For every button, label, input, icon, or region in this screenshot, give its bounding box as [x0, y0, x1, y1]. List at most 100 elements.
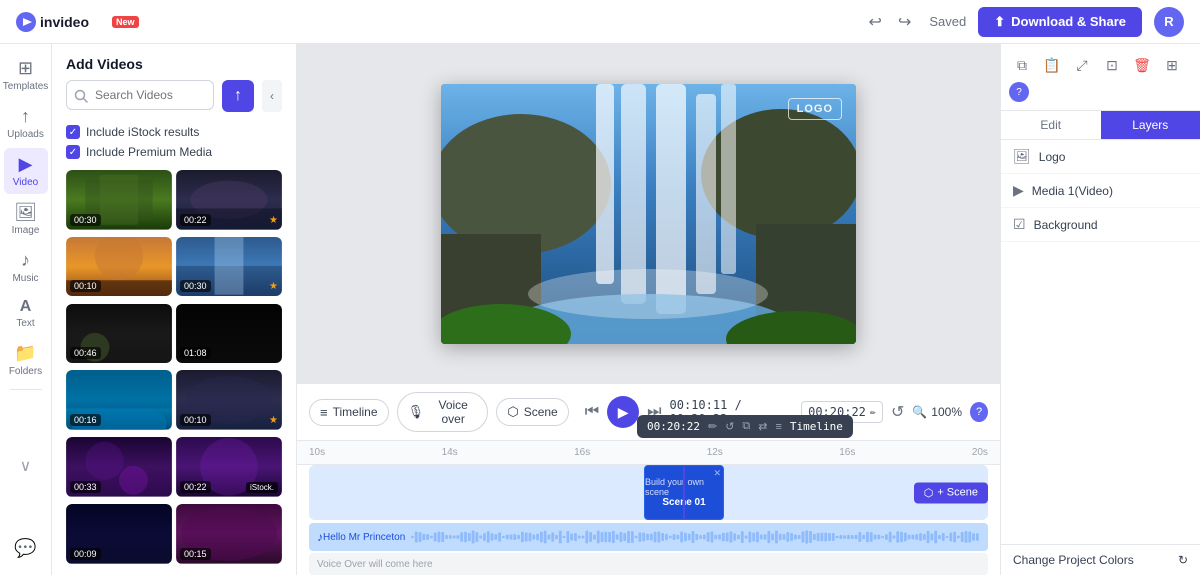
waveform-visual [411, 529, 980, 545]
sidebar-item-text[interactable]: A Text [4, 292, 48, 335]
rp-resize-button[interactable]: ⤢ [1069, 52, 1095, 78]
rp-delete-button[interactable]: 🗑 [1129, 52, 1155, 78]
layer-item-background[interactable]: ☑ Background [1001, 208, 1200, 242]
video-grid: 00:30 [52, 162, 296, 575]
ruler-mark-4: 16s [839, 447, 855, 458]
scene-popup-copy-icon[interactable]: ⧉ [742, 420, 750, 433]
rp-paste-button[interactable]: 📋 [1039, 52, 1065, 78]
upload-button[interactable]: ↑ [222, 80, 254, 112]
edit-time-icon: ✏ [870, 407, 876, 418]
video-track[interactable]: Build your own scene Scene 01 ✕ ⬡ + Scen… [309, 465, 988, 520]
thumb-star-7: ★ [269, 415, 278, 426]
layer-item-logo[interactable]: 🖼 Logo [1001, 140, 1200, 174]
timeline-button[interactable]: ≡ Timeline [309, 399, 389, 426]
premium-checkbox-box: ✓ [66, 145, 80, 159]
audio-track[interactable]: ♪ Hello Mr Princeton [309, 523, 988, 551]
add-videos-panel: Add Videos ↑ ‹ ✓ Include iStock results [52, 44, 297, 575]
logo-layer-name: Logo [1039, 150, 1066, 164]
scene-mode-button[interactable]: ⬡ Scene [496, 398, 568, 426]
rp-grid-button[interactable]: ⊞ [1159, 52, 1185, 78]
collapse-icon: ‹ [270, 89, 274, 103]
voiceover-button[interactable]: 🎙 Voice over [397, 392, 489, 432]
scene-popup-timeline-icon[interactable]: ≡ [776, 421, 782, 433]
scene-popup-edit-icon[interactable]: ✏ [708, 420, 717, 433]
zoom-icon: 🔍 [912, 405, 927, 419]
include-premium-checkbox[interactable]: ✓ Include Premium Media [52, 142, 296, 162]
sidebar-item-video[interactable]: ▶ Video [4, 148, 48, 194]
search-input[interactable] [66, 80, 214, 110]
add-scene-button[interactable]: ⬡ + Scene [914, 482, 988, 503]
download-share-button[interactable]: ⬆ Download & Share [978, 7, 1142, 37]
sidebar-chat-button[interactable]: 💬 [14, 538, 36, 567]
video-thumb-10[interactable]: 00:09 [66, 504, 172, 564]
change-project-colors[interactable]: Change Project Colors ↻ [1001, 544, 1200, 575]
sidebar-label-text: Text [16, 318, 34, 329]
scene-popup-move-icon[interactable]: ⇄ [758, 420, 767, 433]
thumb-time-7: 00:10 [180, 414, 211, 426]
video-thumb-3[interactable]: 00:30 ★ [176, 237, 282, 297]
upload-icon: ↑ [234, 87, 242, 105]
sidebar-item-image[interactable]: 🖼 Image [4, 196, 48, 242]
download-label: Download & Share [1011, 14, 1126, 29]
saved-status: Saved [929, 14, 966, 29]
logo-area: invideo New [16, 10, 139, 34]
thumb-time-3: 00:30 [180, 280, 211, 292]
ruler-mark-2: 16s [574, 447, 590, 458]
media-layer-icon: ▶ [1013, 182, 1024, 199]
voiceover-track[interactable]: Voice Over will come here [309, 553, 988, 575]
include-istock-checkbox[interactable]: ✓ Include iStock results [52, 122, 296, 142]
rp-crop-button[interactable]: ⊡ [1099, 52, 1125, 78]
video-thumb-1[interactable]: 00:22 ★ [176, 170, 282, 230]
audio-waveform [411, 529, 980, 545]
video-thumb-9[interactable]: 00:22 iStock. [176, 437, 282, 497]
time-separator: / [735, 398, 742, 412]
video-thumb-7[interactable]: 00:10 ★ [176, 370, 282, 430]
skip-back-button[interactable]: ⏮ [585, 403, 599, 421]
thumb-time-10: 00:09 [70, 548, 101, 560]
chat-icon: 💬 [14, 538, 36, 558]
scene-popup-refresh-icon[interactable]: ↺ [725, 420, 734, 433]
sidebar-item-uploads[interactable]: ↑ Uploads [4, 100, 48, 146]
play-button[interactable]: ▶ [607, 396, 639, 428]
redo-button[interactable]: ↪ [892, 8, 917, 36]
sidebar-item-music[interactable]: ♪ Music [4, 244, 48, 290]
video-thumb-0[interactable]: 00:30 [66, 170, 172, 230]
add-scene-label: + Scene [937, 487, 978, 499]
video-thumb-6[interactable]: 00:16 [66, 370, 172, 430]
video-thumb-2[interactable]: 00:10 [66, 237, 172, 297]
thumb-time-0: 00:30 [70, 214, 101, 226]
scene-popup: 00:20:22 ✏ ↺ ⧉ ⇄ ≡ Timeline [637, 415, 853, 438]
sidebar-more-button[interactable]: ∨ [20, 456, 32, 476]
rp-info-button[interactable]: ? [1009, 82, 1029, 102]
text-icon: A [20, 298, 32, 316]
voiceover-icon: 🎙 [408, 404, 425, 420]
right-panel: ⧉ 📋 ⤢ ⊡ 🗑 ⊞ ? Edit Layers 🖼 Logo ▶ Media… [1000, 44, 1200, 575]
waterfall-visual [441, 84, 856, 344]
topbar-actions: ↩ ↪ Saved ⬆ Download & Share R [863, 7, 1184, 37]
search-icon [74, 89, 88, 103]
download-icon: ⬆ [994, 14, 1005, 30]
rp-copy-button[interactable]: ⧉ [1009, 52, 1035, 78]
user-avatar-button[interactable]: R [1154, 7, 1184, 37]
istock-checkbox-box: ✓ [66, 125, 80, 139]
music-icon: ♪ [21, 250, 30, 271]
tab-layers[interactable]: Layers [1101, 111, 1200, 139]
undo-button[interactable]: ↩ [863, 8, 888, 36]
scene-close-button[interactable]: ✕ [713, 468, 721, 479]
video-thumb-4[interactable]: 00:46 [66, 304, 172, 364]
refresh-button[interactable]: ↺ [891, 402, 904, 422]
waterfall-background [441, 84, 856, 344]
ruler-mark-1: 14s [442, 447, 458, 458]
timeline-help-button[interactable]: ? [970, 402, 988, 422]
tab-edit[interactable]: Edit [1001, 111, 1101, 139]
video-thumb-5[interactable]: 01:08 [176, 304, 282, 364]
layer-item-media1[interactable]: ▶ Media 1(Video) [1001, 174, 1200, 208]
uploads-icon: ↑ [21, 106, 30, 127]
sidebar-item-folders[interactable]: 📁 Folders [4, 337, 48, 383]
istock-checkmark: ✓ [69, 127, 77, 138]
video-thumb-8[interactable]: 00:33 [66, 437, 172, 497]
sidebar-item-templates[interactable]: ⊞ Templates [4, 52, 48, 98]
collapse-panel-button[interactable]: ‹ [262, 80, 282, 112]
timeline-section: ≡ Timeline 🎙 Voice over ⬡ Scene ⏮ ▶ ⏭ [297, 383, 1000, 575]
video-thumb-11[interactable]: 00:15 [176, 504, 282, 564]
